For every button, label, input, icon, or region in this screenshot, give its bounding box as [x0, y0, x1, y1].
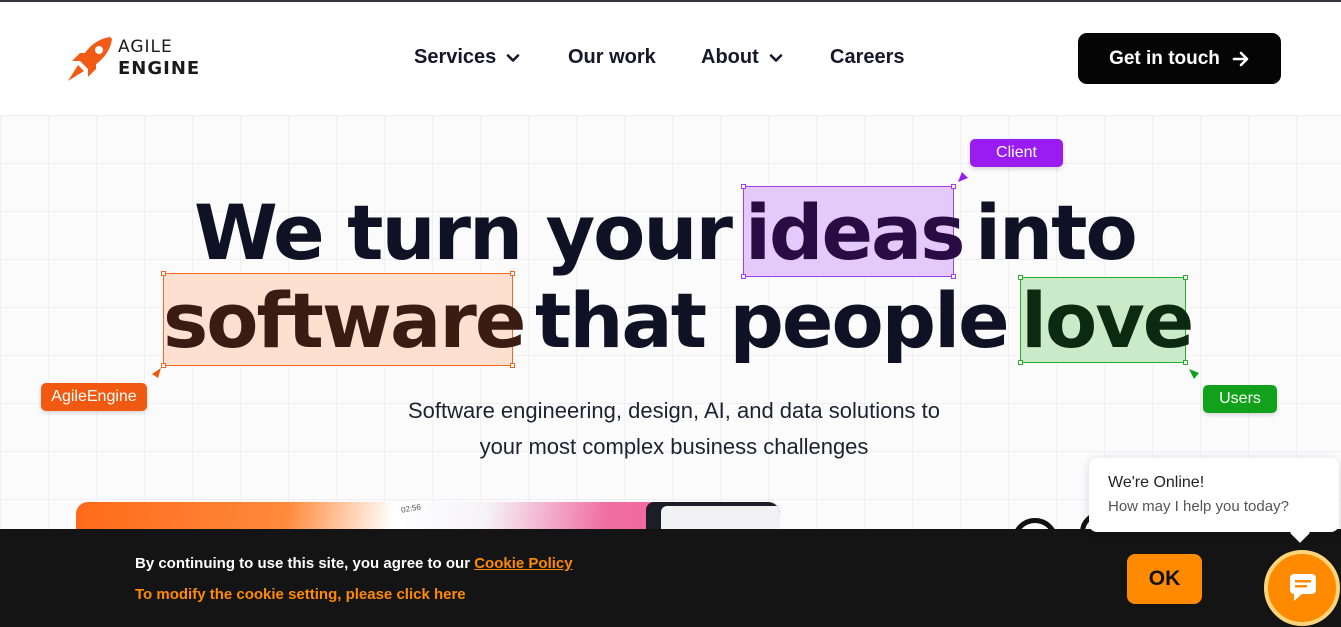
cookie-ok-button[interactable]: OK: [1127, 554, 1202, 604]
get-in-touch-button[interactable]: Get in touch: [1078, 33, 1281, 84]
chat-greeting-bubble[interactable]: We're Online! How may I help you today?: [1089, 458, 1339, 532]
agileengine-tag-label: AgileEngine: [51, 388, 137, 405]
chevron-down-icon: [769, 53, 783, 62]
agileengine-logo[interactable]: AGILE ENGINE: [66, 35, 206, 85]
nav-careers[interactable]: Careers: [830, 46, 905, 69]
cookie-policy-link[interactable]: Cookie Policy: [474, 555, 572, 572]
headline-into: into: [975, 195, 1138, 271]
users-tag: Users: [1203, 385, 1277, 413]
agileengine-tag: AgileEngine: [41, 383, 147, 411]
chat-subtitle: How may I help you today?: [1108, 498, 1289, 515]
nav-services-label: Services: [414, 46, 497, 68]
users-tag-label: Users: [1219, 390, 1261, 407]
site-header: AGILE ENGINE Services Our work About Car…: [0, 2, 1341, 115]
nav-careers-label: Careers: [830, 46, 905, 68]
headline-line-1: We turn your: [194, 195, 733, 271]
hero-subtitle-line-2: your most complex business challenges: [479, 434, 869, 459]
nav-our-work-label: Our work: [568, 46, 656, 68]
get-in-touch-label: Get in touch: [1109, 47, 1220, 69]
headline-software: software: [163, 283, 526, 359]
headline-love-text: love: [1021, 276, 1194, 365]
client-tag-label: Client: [996, 144, 1037, 161]
rocket-icon: [68, 37, 112, 81]
cookie-consent-message: By continuing to use this site, you agre…: [135, 555, 471, 572]
headline-ideas: ideas: [745, 195, 966, 271]
hero-subtitle: Software engineering, design, AI, and da…: [300, 393, 1048, 465]
agileengine-cursor-icon: [152, 368, 161, 378]
headline-love: love: [1021, 283, 1194, 359]
nav-services[interactable]: Services: [414, 46, 520, 69]
chat-title: We're Online!: [1108, 474, 1205, 491]
logo-text-agile: AGILE: [118, 37, 173, 57]
hero-subtitle-line-1: Software engineering, design, AI, and da…: [407, 398, 941, 423]
client-cursor-icon: [958, 172, 968, 182]
nav-about[interactable]: About: [701, 46, 783, 69]
chat-launcher-button[interactable]: [1264, 550, 1340, 626]
client-tag: Client: [970, 139, 1063, 167]
cookie-banner: By continuing to use this site, you agre…: [0, 529, 1341, 627]
users-cursor-icon: [1189, 369, 1199, 379]
logo-text-engine: ENGINE: [118, 58, 201, 79]
headline-ideas-text: ideas: [745, 188, 966, 277]
headline-we-turn-your: We turn your: [194, 188, 733, 277]
arrow-right-icon: [1232, 51, 1249, 66]
nav-about-label: About: [701, 46, 759, 68]
headline-software-text: software: [163, 276, 526, 365]
chat-icon: [1290, 574, 1316, 601]
headline-into-text: into: [975, 188, 1138, 277]
headline-that-people-text: that people: [535, 276, 1010, 365]
media-time-label: 02:56: [400, 502, 422, 515]
chevron-down-icon: [506, 53, 520, 62]
cookie-settings-link[interactable]: To modify the cookie setting, please cli…: [135, 586, 466, 603]
headline-that-people: that people: [535, 283, 1010, 359]
cookie-consent-text: By continuing to use this site, you agre…: [135, 555, 573, 572]
nav-our-work[interactable]: Our work: [568, 46, 656, 69]
